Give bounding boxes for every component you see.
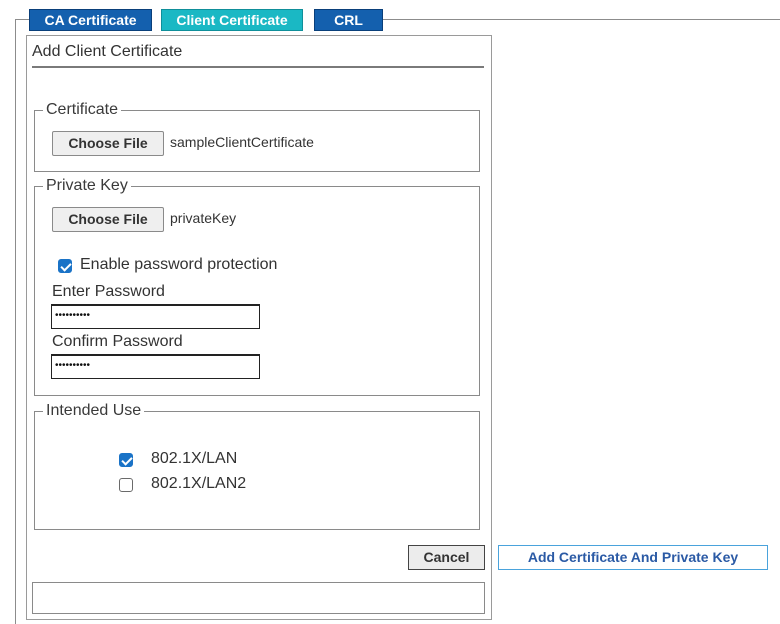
private-key-legend: Private Key <box>43 176 131 196</box>
panel-title: Add Client Certificate <box>32 43 183 60</box>
certificate-choose-file-button[interactable]: Choose File <box>52 131 164 156</box>
enter-password-label: Enter Password <box>52 283 165 300</box>
confirm-password-field[interactable]: •••••••••• <box>51 354 260 379</box>
private-key-file-name: privateKey <box>170 210 237 226</box>
enable-password-label[interactable]: Enable password protection <box>80 256 277 274</box>
private-key-choose-file-button[interactable]: Choose File <box>52 207 164 232</box>
certificate-legend: Certificate <box>43 100 122 120</box>
tab-client-certificate[interactable]: Client Certificate <box>161 9 303 31</box>
add-certificate-and-private-key-button[interactable]: Add Certificate And Private Key <box>498 545 768 570</box>
enter-password-field[interactable]: •••••••••• <box>51 304 260 329</box>
intended-use-lan2-checkbox[interactable] <box>119 478 133 492</box>
intended-use-fieldset: Intended Use <box>34 401 480 530</box>
intended-use-lan-label[interactable]: 802.1X/LAN <box>151 450 237 468</box>
tab-crl[interactable]: CRL <box>314 9 383 31</box>
tab-ca-certificate[interactable]: CA Certificate <box>29 9 152 31</box>
enable-password-checkbox[interactable] <box>58 259 72 273</box>
cancel-button[interactable]: Cancel <box>408 545 485 570</box>
certificate-management-page: CA Certificate Client Certificate CRL Ad… <box>0 0 780 624</box>
confirm-password-label: Confirm Password <box>52 333 183 350</box>
certificate-file-name: sampleClientCertificate <box>170 134 314 150</box>
intended-use-legend: Intended Use <box>43 401 145 421</box>
frame-border-top-right <box>383 19 780 20</box>
intended-use-lan2-label[interactable]: 802.1X/LAN2 <box>151 475 246 493</box>
frame-border-top-left <box>15 19 29 20</box>
intended-use-lan-checkbox[interactable] <box>119 453 133 467</box>
status-message-box <box>32 582 485 614</box>
frame-border-left <box>15 19 16 624</box>
title-divider <box>32 66 484 68</box>
